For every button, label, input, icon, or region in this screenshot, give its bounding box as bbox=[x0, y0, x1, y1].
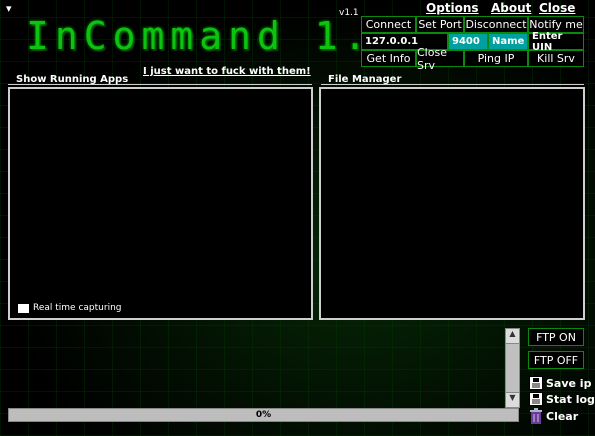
scroll-up-arrow-icon[interactable]: ▲ bbox=[506, 329, 519, 344]
scroll-down-arrow-icon[interactable]: ▼ bbox=[506, 392, 519, 407]
realtime-checkbox-row[interactable]: Real time capturing bbox=[18, 303, 121, 313]
clear-label: Clear bbox=[546, 409, 579, 423]
log-scrollbar[interactable]: ▲ ▼ bbox=[505, 328, 520, 408]
mess-with-them-link[interactable]: I just want to fuck with them! bbox=[143, 66, 311, 77]
get-info-button[interactable]: Get Info bbox=[361, 50, 416, 67]
floppy-disk-icon bbox=[529, 392, 543, 406]
window-menu-icon[interactable]: ▾ bbox=[6, 2, 12, 15]
floppy-disk-icon bbox=[529, 376, 543, 390]
realtime-checkbox[interactable] bbox=[18, 303, 29, 313]
menu-close[interactable]: Close bbox=[539, 1, 575, 15]
progress-bar: 0% bbox=[8, 408, 519, 422]
stat-log-label: Stat log bbox=[546, 392, 595, 406]
progress-text: 0% bbox=[255, 410, 272, 420]
save-ip-label: Save ip bbox=[546, 376, 592, 390]
clear-button[interactable]: Clear bbox=[529, 408, 578, 424]
uin-input[interactable]: Enter UIN bbox=[528, 31, 584, 53]
file-manager-list[interactable] bbox=[319, 87, 585, 320]
set-port-button[interactable]: Set Port bbox=[416, 16, 464, 33]
kill-srv-button[interactable]: Kill Srv bbox=[528, 50, 584, 67]
disconnect-button[interactable]: Disconnect bbox=[464, 16, 528, 33]
running-apps-list[interactable]: Real time capturing bbox=[8, 87, 313, 320]
name-label: Name bbox=[488, 33, 528, 50]
app-title: InCommand 1.1 bbox=[26, 14, 402, 58]
trash-can-icon bbox=[530, 408, 542, 424]
divider bbox=[321, 84, 584, 85]
menu-options[interactable]: Options bbox=[426, 1, 479, 15]
version-label: v1.1 bbox=[339, 8, 359, 18]
realtime-checkbox-label: Real time capturing bbox=[33, 303, 122, 313]
divider bbox=[8, 84, 312, 85]
ftp-off-button[interactable]: FTP OFF bbox=[528, 351, 584, 369]
ftp-on-button[interactable]: FTP ON bbox=[528, 328, 584, 346]
connect-button[interactable]: Connect bbox=[361, 16, 416, 33]
stat-log-button[interactable]: Stat log bbox=[529, 392, 595, 406]
ping-ip-button[interactable]: Ping IP bbox=[464, 50, 528, 67]
save-ip-button[interactable]: Save ip bbox=[529, 376, 591, 390]
close-srv-button[interactable]: Close Srv bbox=[416, 46, 464, 72]
menu-about[interactable]: About bbox=[491, 1, 531, 15]
